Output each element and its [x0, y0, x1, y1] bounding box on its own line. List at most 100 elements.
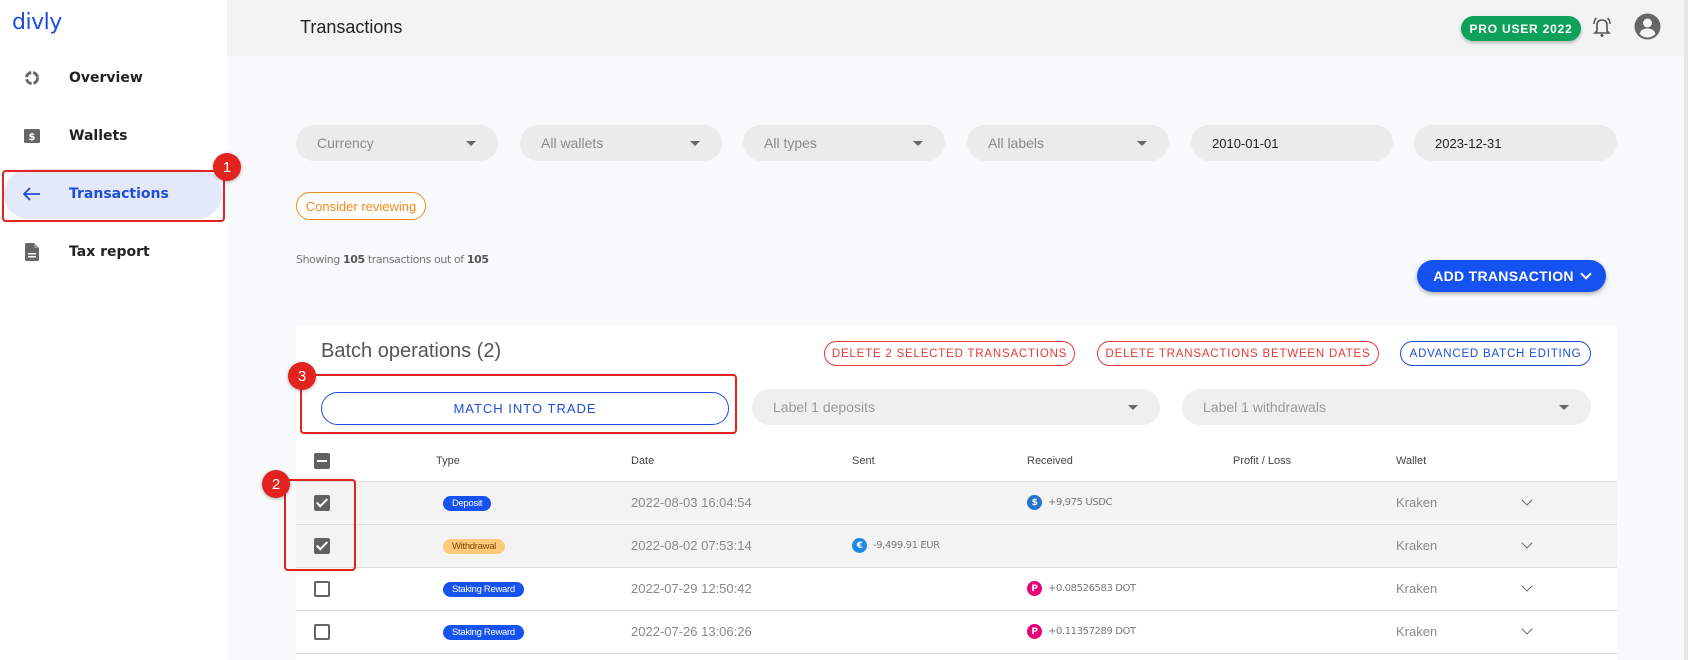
row-wallet: Kraken [1396, 495, 1438, 510]
sidebar: divly Overview $ Wallets Transactions Ta… [0, 0, 227, 660]
received-value: +0.08526583 DOT [1048, 583, 1136, 594]
usdc-coin-icon: $ [1027, 495, 1042, 510]
dropdown-arrow-icon [1128, 405, 1138, 410]
overview-ring-icon [22, 68, 42, 88]
row-date: 2022-07-29 12:50:42 [631, 581, 752, 596]
received-amount: $ +9,975 USDC [1027, 495, 1113, 510]
column-header-received[interactable]: Received [1027, 455, 1073, 467]
dropdown-arrow-icon [690, 141, 700, 146]
top-bar: Transactions PRO USER 2022 [227, 0, 1688, 56]
batch-operations-title: Batch operations (2) [321, 340, 502, 362]
dropdown-arrow-icon [1559, 405, 1569, 410]
row-wallet: Kraken [1396, 538, 1438, 553]
dropdown-arrow-icon [1137, 141, 1147, 146]
labels-select[interactable]: All labels [967, 125, 1169, 161]
currency-select-placeholder: Currency [317, 135, 374, 151]
sidebar-item-overview[interactable]: Overview [4, 53, 222, 103]
add-transaction-label: ADD TRANSACTION [1433, 268, 1574, 284]
type-badge: Withdrawal [443, 539, 505, 554]
summary-middle: transactions out of [367, 253, 464, 266]
row-date: 2022-08-03 16:04:54 [631, 495, 752, 510]
table-row[interactable]: Staking Reward 2022-07-29 12:50:42 P +0.085… [296, 568, 1617, 611]
consider-reviewing-chip[interactable]: Consider reviewing [296, 192, 426, 220]
select-all-checkbox[interactable] [314, 453, 330, 469]
column-header-sent[interactable]: Sent [852, 455, 875, 467]
column-header-profit-loss[interactable]: Profit / Loss [1233, 455, 1291, 467]
pro-user-badge[interactable]: PRO USER 2022 [1461, 16, 1581, 41]
arrow-left-icon [22, 184, 42, 204]
bell-icon[interactable] [1591, 15, 1613, 39]
annotation-marker-1: 1 [213, 153, 241, 181]
divly-logo[interactable]: divly [12, 10, 62, 35]
account-circle-icon[interactable] [1634, 13, 1661, 40]
label-withdrawals-value: Label 1 withdrawals [1203, 399, 1326, 415]
dot-coin-icon: P [1027, 624, 1042, 639]
sidebar-item-label: Tax report [69, 244, 150, 260]
annotation-marker-2: 2 [262, 470, 290, 498]
dot-coin-icon: P [1027, 581, 1042, 596]
advanced-batch-editing-button[interactable]: ADVANCED BATCH EDITING [1400, 341, 1591, 366]
add-transaction-button[interactable]: ADD TRANSACTION [1417, 260, 1606, 292]
delete-between-dates-button[interactable]: DELETE TRANSACTIONS BETWEEN DATES [1097, 341, 1379, 366]
document-icon [22, 242, 42, 262]
sidebar-item-tax-report[interactable]: Tax report [4, 227, 222, 277]
summary-total-count: 105 [466, 253, 489, 266]
row-wallet: Kraken [1396, 624, 1438, 639]
wallets-select-value: All wallets [541, 135, 604, 151]
date-to-value: 2023-12-31 [1435, 135, 1502, 151]
table-row[interactable]: Withdrawal 2022-08-02 07:53:14 € -9,499.91 … [296, 525, 1617, 568]
expand-row-chevron-icon[interactable] [1521, 537, 1533, 549]
dropdown-arrow-icon [466, 141, 476, 146]
column-header-wallet[interactable]: Wallet [1396, 455, 1426, 467]
received-value: +0.11357289 DOT [1048, 626, 1136, 637]
row-checkbox[interactable] [314, 495, 330, 511]
date-from-value: 2010-01-01 [1212, 135, 1279, 151]
svg-text:$: $ [29, 132, 36, 143]
chevron-down-icon [1580, 268, 1592, 280]
expand-row-chevron-icon[interactable] [1521, 580, 1533, 592]
row-wallet: Kraken [1396, 581, 1438, 596]
column-header-date[interactable]: Date [631, 455, 654, 467]
annotation-marker-3: 3 [288, 362, 316, 390]
page-title: Transactions [300, 17, 403, 37]
sent-amount: € -9,499.91 EUR [852, 538, 940, 553]
date-to-field[interactable]: 2023-12-31 [1414, 125, 1617, 161]
sidebar-item-label: Transactions [69, 186, 169, 202]
type-badge: Deposit [443, 496, 492, 511]
match-into-trade-button[interactable]: MATCH INTO TRADE [321, 392, 729, 425]
row-checkbox[interactable] [314, 538, 330, 554]
sidebar-item-transactions[interactable]: Transactions [4, 169, 222, 219]
label-withdrawals-select[interactable]: Label 1 withdrawals [1182, 389, 1591, 425]
summary-shown-count: 105 [343, 253, 365, 266]
label-deposits-select[interactable]: Label 1 deposits [752, 389, 1160, 425]
column-header-type[interactable]: Type [436, 455, 460, 467]
summary-prefix: Showing [296, 253, 340, 266]
row-checkbox[interactable] [314, 624, 330, 640]
wallet-dollar-icon: $ [22, 126, 42, 146]
type-badge: Staking Reward [443, 625, 524, 640]
type-badge: Staking Reward [443, 582, 524, 597]
types-select-value: All types [764, 135, 817, 151]
sidebar-item-wallets[interactable]: $ Wallets [4, 111, 222, 161]
sidebar-item-label: Overview [69, 70, 143, 86]
delete-selected-button[interactable]: DELETE 2 SELECTED TRANSACTIONS [824, 341, 1075, 366]
expand-row-chevron-icon[interactable] [1521, 494, 1533, 506]
dropdown-arrow-icon [913, 141, 923, 146]
received-amount: P +0.11357289 DOT [1027, 624, 1136, 639]
eur-coin-icon: € [852, 538, 867, 553]
wallets-select[interactable]: All wallets [520, 125, 722, 161]
received-value: +9,975 USDC [1048, 497, 1113, 508]
date-from-field[interactable]: 2010-01-01 [1191, 125, 1393, 161]
sent-value: -9,499.91 EUR [873, 540, 940, 551]
received-amount: P +0.08526583 DOT [1027, 581, 1136, 596]
row-date: 2022-08-02 07:53:14 [631, 538, 752, 553]
row-checkbox[interactable] [314, 581, 330, 597]
types-select[interactable]: All types [743, 125, 945, 161]
row-date: 2022-07-26 13:06:26 [631, 624, 752, 639]
currency-select[interactable]: Currency [296, 125, 498, 161]
sidebar-item-label: Wallets [69, 128, 128, 144]
page-scrollbar[interactable] [1684, 0, 1688, 660]
table-row[interactable]: Deposit 2022-08-03 16:04:54 $ +9,975 USDC Kr… [296, 482, 1617, 525]
table-row[interactable]: Staking Reward 2022-07-26 13:06:26 P +0.113… [296, 611, 1617, 654]
expand-row-chevron-icon[interactable] [1521, 623, 1533, 635]
